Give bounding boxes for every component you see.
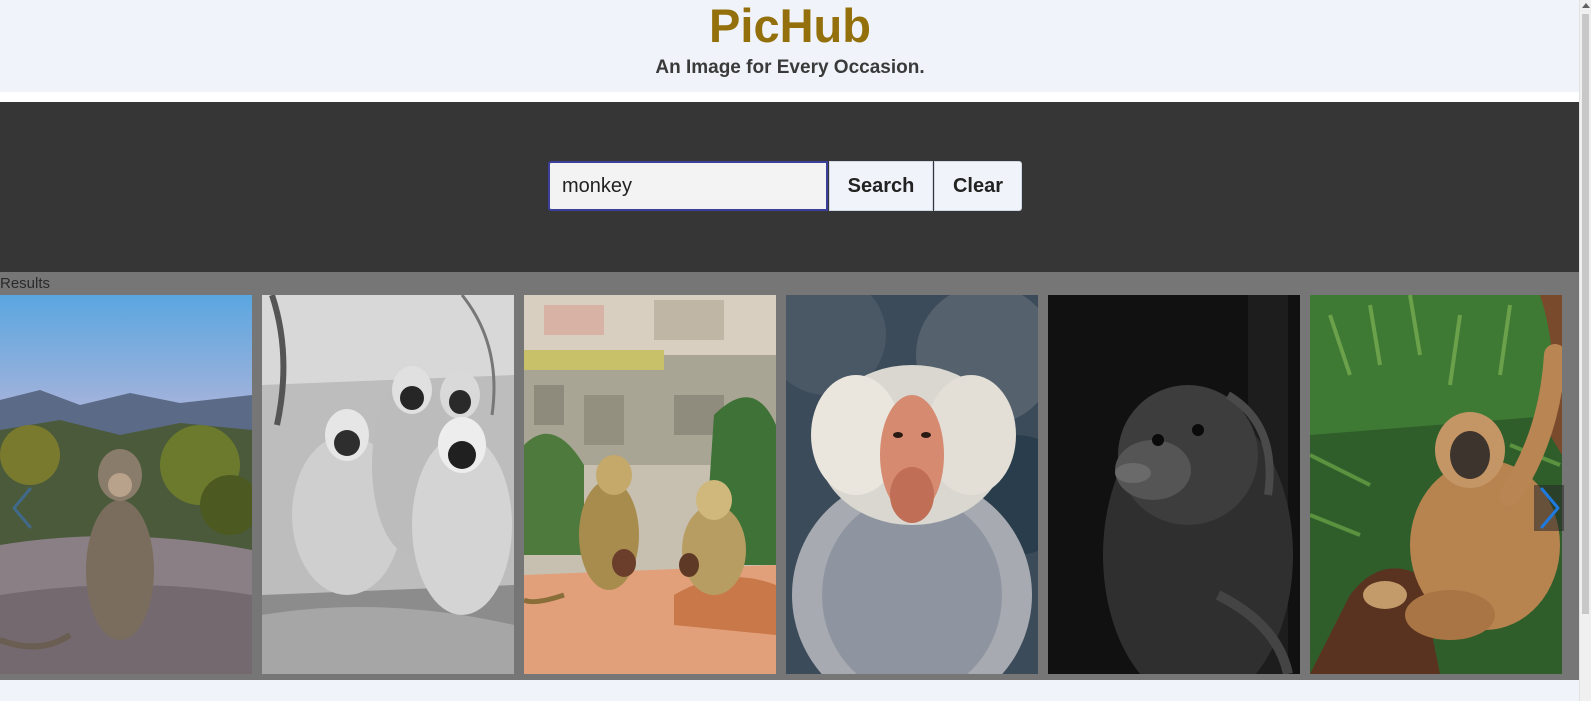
site-header: PicHub An Image for Every Occasion. <box>0 0 1580 92</box>
search-button[interactable]: Search <box>829 161 933 211</box>
page: PicHub An Image for Every Occasion. Sear… <box>0 0 1580 701</box>
results-label: Results <box>0 275 51 292</box>
clear-button[interactable]: Clear <box>934 161 1022 211</box>
scrollbar-thumb[interactable] <box>1582 14 1589 614</box>
result-image-2[interactable] <box>262 295 514 674</box>
site-tagline: An Image for Every Occasion. <box>655 57 925 78</box>
footer-spacer <box>0 680 1580 701</box>
results-section: Results <box>0 272 1580 680</box>
header-divider <box>0 92 1580 102</box>
site-logo-title[interactable]: PicHub <box>0 0 1580 52</box>
results-carousel <box>0 295 1580 674</box>
result-image-6[interactable] <box>1310 295 1562 674</box>
result-image-4[interactable] <box>786 295 1038 674</box>
carousel-next-button[interactable] <box>1534 485 1564 531</box>
search-input[interactable] <box>548 161 828 211</box>
carousel-prev-button[interactable] <box>8 485 38 531</box>
scroll-up-icon[interactable] <box>1582 3 1590 8</box>
result-image-5[interactable] <box>1048 295 1300 674</box>
chevron-right-icon <box>1534 485 1564 531</box>
search-section: Search Clear <box>0 102 1580 272</box>
page-scrollbar[interactable] <box>1579 0 1591 701</box>
chevron-left-icon <box>8 485 38 531</box>
search-form: Search Clear <box>548 161 1022 211</box>
result-image-3[interactable] <box>524 295 776 674</box>
